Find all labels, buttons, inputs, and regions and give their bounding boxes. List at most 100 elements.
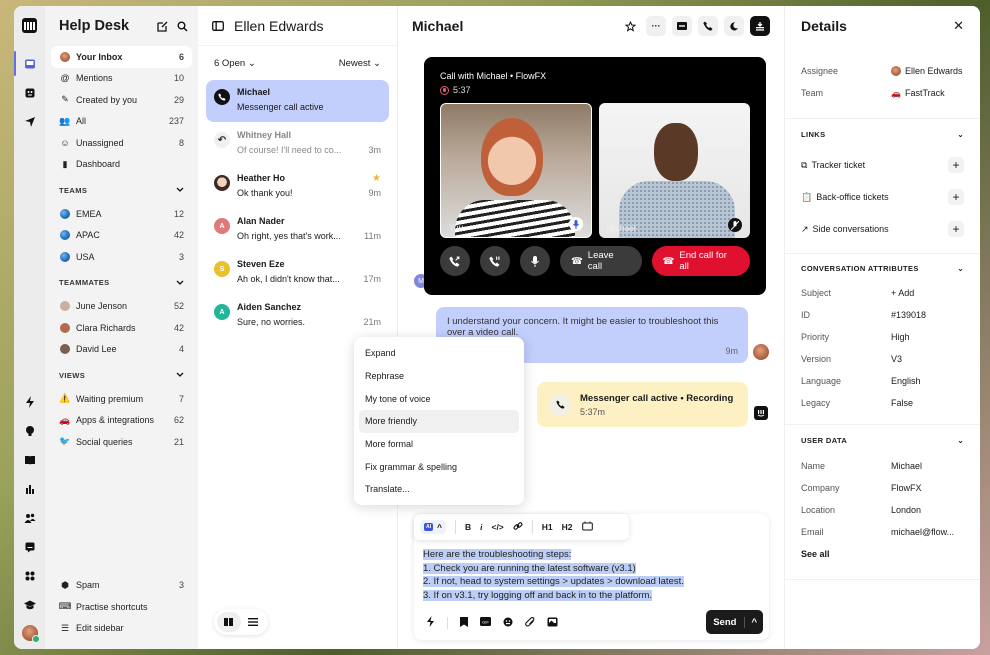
attribute-row[interactable]: Version V3 bbox=[785, 348, 980, 370]
sidebar-item[interactable]: Clara Richards 42 bbox=[51, 317, 192, 339]
close-icon[interactable]: ✕ bbox=[953, 18, 964, 34]
conversation-item[interactable]: ↶ Whitney Hall Of course! I'll need to co.… bbox=[206, 123, 389, 165]
ai-menu-item[interactable]: Rephrase bbox=[359, 365, 519, 388]
sidebar-item[interactable]: ⬢ Spam 3 bbox=[51, 575, 192, 597]
back-office-tickets-link[interactable]: 📋 Back-office tickets + bbox=[785, 181, 980, 213]
more-button[interactable]: ··· bbox=[646, 16, 666, 36]
user-data-section-header[interactable]: USER DATA ⌄ bbox=[785, 425, 980, 455]
lightbulb-rail-icon[interactable] bbox=[14, 416, 45, 445]
article-icon[interactable] bbox=[460, 616, 468, 630]
side-conversations-link[interactable]: ↗ Side conversations + bbox=[785, 213, 980, 245]
inbox-rail-icon[interactable] bbox=[14, 49, 45, 78]
sort-dropdown[interactable]: Newest ⌄ bbox=[339, 58, 381, 69]
conversation-item[interactable]: A Aiden Sanchez Sure, no worries. 21m bbox=[206, 295, 389, 337]
snooze-button[interactable] bbox=[724, 16, 744, 36]
gif-icon[interactable]: GIF bbox=[480, 617, 491, 629]
add-back-office-ticket-button[interactable]: + bbox=[948, 189, 964, 205]
attribute-row[interactable]: Legacy False bbox=[785, 392, 980, 414]
h2-button[interactable]: H2 bbox=[562, 522, 573, 532]
ai-menu-item[interactable]: Translate... bbox=[359, 478, 519, 501]
sidebar-item[interactable]: @ Mentions 10 bbox=[51, 68, 192, 90]
sidebar-item[interactable]: June Jenson 52 bbox=[51, 296, 192, 318]
ticket-button[interactable] bbox=[672, 16, 692, 36]
emoji-icon[interactable] bbox=[503, 617, 513, 630]
sidebar-item[interactable]: APAC 42 bbox=[51, 225, 192, 247]
star-icon[interactable]: ★ bbox=[372, 173, 381, 184]
academy-rail-icon[interactable] bbox=[14, 590, 45, 619]
open-filter-dropdown[interactable]: 6 Open ⌄ bbox=[214, 58, 256, 69]
sidebar-item[interactable]: ▮ Dashboard bbox=[51, 154, 192, 176]
tracker-ticket-link[interactable]: ⧉ Tracker ticket + bbox=[785, 149, 980, 181]
sidebar-toggle-icon[interactable] bbox=[212, 20, 224, 31]
book-rail-icon[interactable] bbox=[14, 445, 45, 474]
links-section-header[interactable]: LINKS ⌄ bbox=[785, 119, 980, 149]
add-tracker-ticket-button[interactable]: + bbox=[948, 157, 964, 173]
bold-button[interactable]: B bbox=[465, 522, 471, 532]
ai-button[interactable]: AI ^ bbox=[420, 520, 446, 534]
image-icon[interactable] bbox=[547, 617, 558, 630]
apps-rail-icon[interactable] bbox=[14, 561, 45, 590]
list-view-button[interactable] bbox=[241, 612, 265, 632]
attachment-icon[interactable] bbox=[525, 616, 535, 630]
transfer-call-button[interactable] bbox=[440, 246, 470, 276]
attribute-row[interactable]: Priority High bbox=[785, 326, 980, 348]
views-section-header[interactable]: VIEWS bbox=[51, 362, 192, 388]
draft-text[interactable]: Here are the troubleshooting steps: 1. Ch… bbox=[423, 548, 684, 603]
ai-menu-item[interactable]: My tone of voice bbox=[359, 387, 519, 410]
ai-menu-item[interactable]: More formal bbox=[359, 433, 519, 456]
sidebar-item[interactable]: David Lee 4 bbox=[51, 339, 192, 361]
sidebar-item[interactable]: USA 3 bbox=[51, 246, 192, 268]
send-options-chevron-icon[interactable]: ^ bbox=[745, 617, 763, 628]
h1-button[interactable]: H1 bbox=[542, 522, 553, 532]
attribute-row[interactable]: Subject + Add bbox=[785, 282, 980, 304]
conversation-item[interactable]: S Steven Eze Ah ok, I didn't know that... 1… bbox=[206, 252, 389, 294]
end-call-for-all-button[interactable]: ☎ End call for all bbox=[651, 246, 751, 276]
sidebar-item[interactable]: Your Inbox 6 bbox=[51, 46, 192, 68]
insert-block-button[interactable] bbox=[581, 521, 593, 533]
sidebar-item[interactable]: ☺ Unassigned 8 bbox=[51, 132, 192, 154]
attribute-row[interactable]: ID #139018 bbox=[785, 304, 980, 326]
sidebar-item[interactable]: ⚠️ Waiting premium 7 bbox=[51, 388, 192, 410]
sidebar-item[interactable]: EMEA 12 bbox=[51, 203, 192, 225]
ai-menu-item[interactable]: Expand bbox=[359, 342, 519, 365]
conversation-item[interactable]: Michael Messenger call active bbox=[206, 80, 389, 122]
sidebar-item[interactable]: ☰ Edit sidebar bbox=[51, 618, 192, 640]
split-view-button[interactable] bbox=[217, 612, 241, 632]
team-row[interactable]: Team 🚗 FastTrack bbox=[785, 82, 980, 104]
link-button[interactable] bbox=[513, 521, 523, 533]
outbound-rail-icon[interactable] bbox=[14, 107, 45, 136]
sidebar-item[interactable]: ✎ Created by you 29 bbox=[51, 89, 192, 111]
reply-composer[interactable]: AI ^ B i </> H1 H2 Here are the troublesh… bbox=[414, 514, 769, 640]
add-side-conversation-button[interactable]: + bbox=[948, 221, 964, 237]
hold-call-button[interactable] bbox=[479, 246, 510, 276]
intercom-logo-icon[interactable] bbox=[22, 18, 37, 33]
attribute-value[interactable]: + Add bbox=[891, 288, 914, 298]
ai-menu-item[interactable]: More friendly bbox=[359, 410, 519, 433]
reports-rail-icon[interactable] bbox=[14, 474, 45, 503]
italic-button[interactable]: i bbox=[480, 522, 482, 532]
sidebar-item[interactable]: ⌨ Practise shortcuts bbox=[51, 596, 192, 618]
mute-button[interactable] bbox=[519, 246, 550, 276]
macros-icon[interactable] bbox=[426, 616, 435, 630]
sidebar-item[interactable]: 👥 All 237 bbox=[51, 111, 192, 133]
conversation-item[interactable]: ★ Heather Ho Ok thank you! 9m bbox=[206, 166, 389, 208]
sidebar-item[interactable]: 🐦 Social queries 21 bbox=[51, 431, 192, 453]
call-button[interactable] bbox=[698, 16, 718, 36]
teammates-section-header[interactable]: TEAMMATES bbox=[51, 270, 192, 296]
send-button[interactable]: Send bbox=[706, 616, 746, 628]
leave-call-button[interactable]: ☎ Leave call bbox=[559, 246, 642, 276]
close-conversation-button[interactable] bbox=[750, 16, 770, 36]
teams-section-header[interactable]: TEAMS bbox=[51, 177, 192, 203]
compose-icon[interactable] bbox=[152, 21, 172, 32]
assignee-row[interactable]: Assignee Ellen Edwards bbox=[785, 60, 980, 82]
bot-rail-icon[interactable] bbox=[14, 78, 45, 107]
star-button[interactable] bbox=[620, 16, 640, 36]
code-button[interactable]: </> bbox=[491, 522, 503, 532]
conversation-item[interactable]: A Alan Nader Oh right, yes that's work... 1… bbox=[206, 209, 389, 251]
current-user-avatar[interactable] bbox=[21, 625, 40, 643]
see-all-link[interactable]: See all bbox=[785, 543, 980, 565]
attribute-row[interactable]: Language English bbox=[785, 370, 980, 392]
contacts-rail-icon[interactable] bbox=[14, 503, 45, 532]
bolt-rail-icon[interactable] bbox=[14, 387, 45, 416]
messages-rail-icon[interactable] bbox=[14, 532, 45, 561]
